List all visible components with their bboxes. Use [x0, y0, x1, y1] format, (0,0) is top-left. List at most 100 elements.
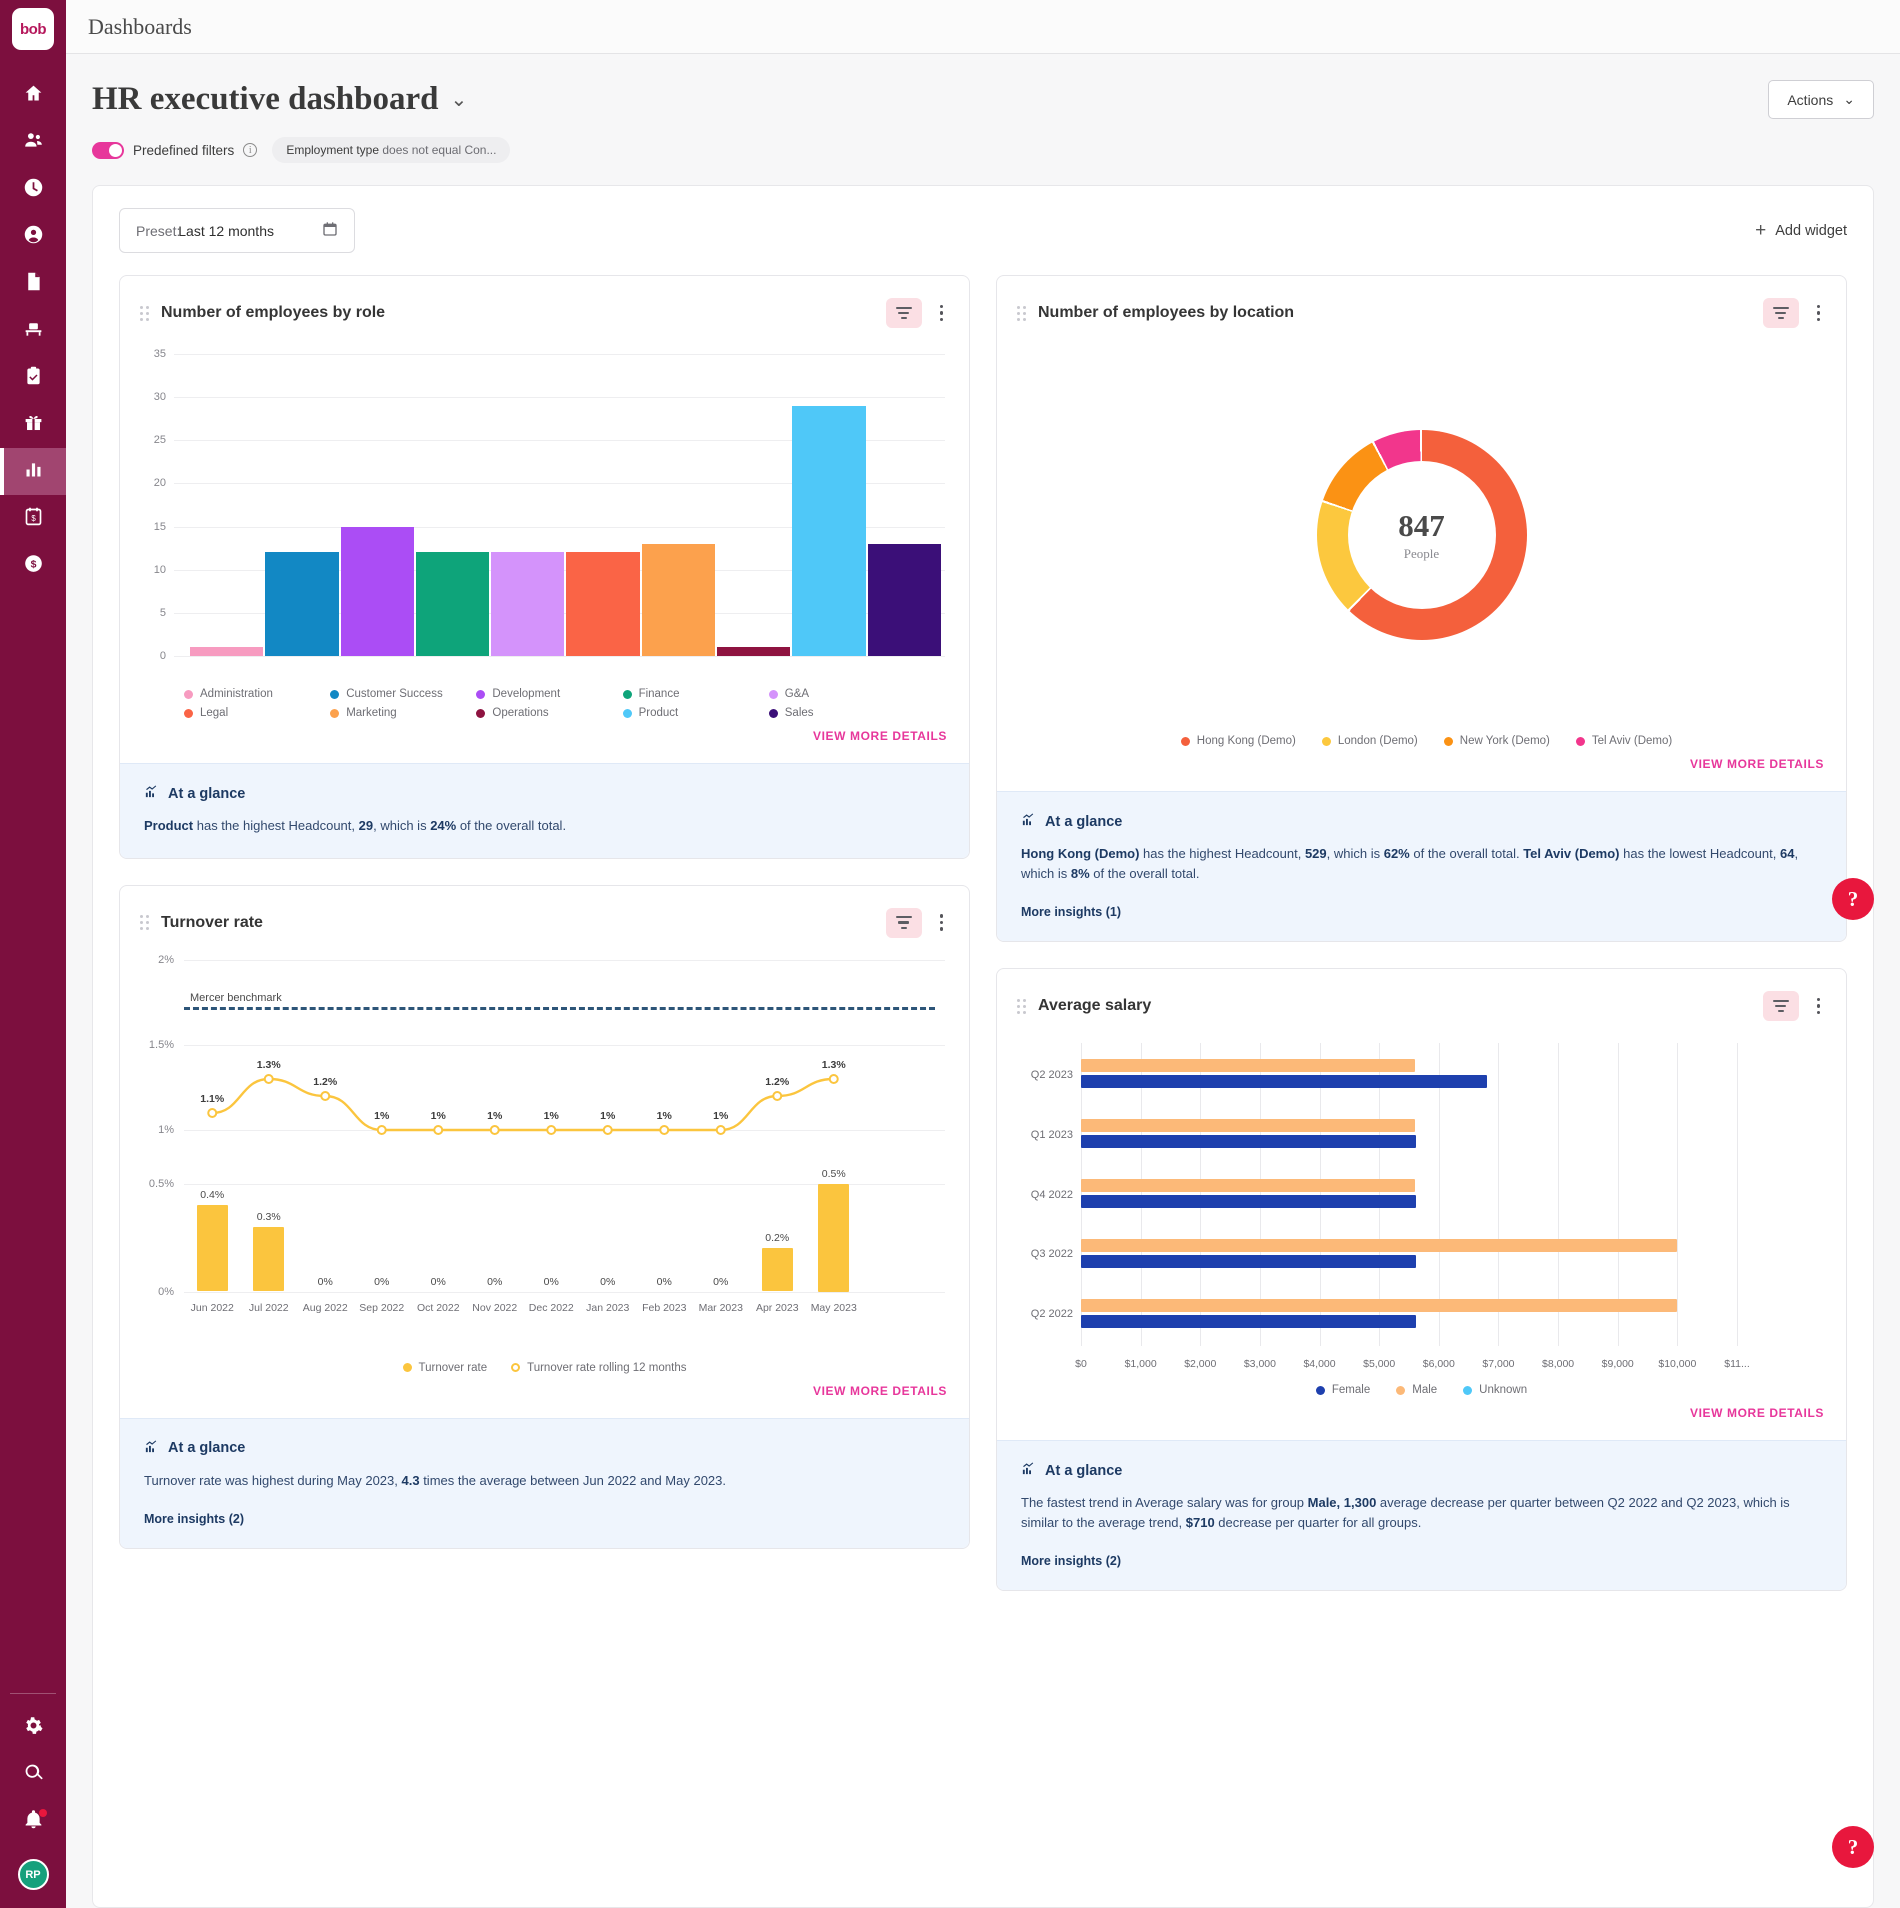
filter-icon[interactable]	[886, 298, 922, 328]
more-options-icon[interactable]	[936, 910, 948, 935]
bar[interactable]	[341, 527, 414, 656]
sidebar-item-people[interactable]	[0, 119, 66, 166]
drag-handle-icon[interactable]	[140, 915, 149, 930]
sidebar-item-payroll[interactable]: $	[0, 495, 66, 542]
legend-item[interactable]: New York (Demo)	[1444, 735, 1550, 747]
actions-button[interactable]: Actions ⌄	[1768, 80, 1874, 119]
filter-chip[interactable]: Employment type does not equal Con...	[272, 137, 510, 163]
sidebar-item-notifications[interactable]	[0, 1798, 66, 1845]
drag-handle-icon[interactable]	[1017, 999, 1026, 1014]
view-more-details-link[interactable]: VIEW MORE DETAILS	[997, 747, 1846, 791]
bar[interactable]	[1081, 1059, 1415, 1072]
gridline	[174, 656, 945, 657]
help-button-top[interactable]: ?	[1832, 878, 1874, 920]
predefined-filters-toggle[interactable]	[92, 142, 124, 159]
bar[interactable]	[642, 544, 715, 656]
bar[interactable]	[197, 1205, 228, 1291]
at-a-glance-text: The fastest trend in Average salary was …	[1021, 1493, 1822, 1532]
sidebar-item-profile[interactable]	[0, 213, 66, 260]
legend-item[interactable]: Administration	[184, 688, 330, 700]
sidebar-item-benefits[interactable]	[0, 401, 66, 448]
view-more-details-link[interactable]: VIEW MORE DETAILS	[997, 1396, 1846, 1440]
legend-item[interactable]: Male	[1396, 1384, 1437, 1396]
bar[interactable]	[1081, 1075, 1487, 1088]
bar[interactable]	[1081, 1255, 1416, 1268]
legend-item[interactable]: G&A	[769, 688, 915, 700]
sidebar-item-settings[interactable]	[0, 1704, 66, 1751]
sidebar-item-time[interactable]	[0, 166, 66, 213]
bar[interactable]	[1081, 1239, 1677, 1252]
bar[interactable]	[717, 647, 790, 656]
bar[interactable]	[868, 544, 941, 656]
legend-item[interactable]: Turnover rate rolling 12 months	[511, 1362, 686, 1374]
legend-label: London (Demo)	[1338, 735, 1418, 747]
bob-logo[interactable]: bob	[12, 8, 54, 50]
more-insights-link[interactable]: More insights (1)	[1021, 905, 1822, 919]
legend-item[interactable]: Hong Kong (Demo)	[1181, 735, 1296, 747]
bar[interactable]	[1081, 1299, 1677, 1312]
chevron-down-icon[interactable]: ⌄	[451, 87, 468, 112]
y-axis-tick: 0.5%	[140, 1178, 174, 1190]
sidebar-item-analytics[interactable]	[0, 448, 66, 495]
legend-item[interactable]: Customer Success	[330, 688, 476, 700]
view-more-details-link[interactable]: VIEW MORE DETAILS	[120, 719, 969, 763]
filter-icon[interactable]	[1763, 991, 1799, 1021]
widget-average-salary: Average salary $0$1,000$2,000$3,000$4,00…	[996, 968, 1847, 1591]
bar[interactable]	[190, 647, 263, 656]
home-icon	[23, 83, 44, 109]
more-insights-link[interactable]: More insights (2)	[144, 1512, 945, 1526]
legend-item[interactable]: Unknown	[1463, 1384, 1527, 1396]
legend-item[interactable]: Development	[476, 688, 622, 700]
bar[interactable]	[416, 552, 489, 656]
sidebar-item-tasks[interactable]	[0, 354, 66, 401]
sidebar-item-compensation[interactable]: $	[0, 542, 66, 589]
legend-color-dot	[1316, 1386, 1325, 1395]
bar[interactable]	[1081, 1179, 1415, 1192]
bar[interactable]	[253, 1227, 284, 1292]
bar[interactable]	[818, 1184, 849, 1292]
legend-item[interactable]: London (Demo)	[1322, 735, 1418, 747]
sidebar-item-workspace[interactable]	[0, 307, 66, 354]
donut-center-label: 847 People	[1317, 430, 1527, 640]
preset-selector[interactable]: Preset: Last 12 months	[119, 208, 355, 253]
widget-grid: Number of employees by role 051015202530…	[119, 275, 1847, 1591]
legend-item[interactable]: Legal	[184, 707, 330, 719]
legend-color-dot	[184, 709, 193, 718]
gridline	[184, 1292, 945, 1293]
drag-handle-icon[interactable]	[140, 306, 149, 321]
bar[interactable]	[265, 552, 338, 656]
more-options-icon[interactable]	[936, 301, 948, 326]
bar[interactable]	[566, 552, 639, 656]
bar[interactable]	[1081, 1195, 1416, 1208]
legend-item[interactable]: Sales	[769, 707, 915, 719]
data-label: 1%	[487, 1110, 502, 1122]
legend-item[interactable]: Product	[623, 707, 769, 719]
more-options-icon[interactable]	[1813, 301, 1825, 326]
bar[interactable]	[491, 552, 564, 656]
view-more-details-link[interactable]: VIEW MORE DETAILS	[120, 1374, 969, 1418]
more-insights-link[interactable]: More insights (2)	[1021, 1554, 1822, 1568]
bar[interactable]	[1081, 1135, 1416, 1148]
legend-item[interactable]: Female	[1316, 1384, 1370, 1396]
sidebar-item-search[interactable]	[0, 1751, 66, 1798]
sidebar-item-home[interactable]	[0, 72, 66, 119]
help-button-bottom[interactable]: ?	[1832, 1826, 1874, 1868]
sidebar-item-documents[interactable]	[0, 260, 66, 307]
legend-item[interactable]: Turnover rate	[403, 1362, 488, 1374]
bar[interactable]	[762, 1248, 793, 1291]
data-label: 1.1%	[200, 1093, 224, 1105]
info-icon[interactable]: i	[243, 143, 257, 157]
bar[interactable]	[792, 406, 865, 656]
filter-icon[interactable]	[1763, 298, 1799, 328]
add-widget-button[interactable]: + Add widget	[1755, 221, 1847, 240]
legend-item[interactable]: Marketing	[330, 707, 476, 719]
avatar[interactable]: RP	[18, 1859, 49, 1890]
bar[interactable]	[1081, 1315, 1416, 1328]
legend-item[interactable]: Tel Aviv (Demo)	[1576, 735, 1672, 747]
more-options-icon[interactable]	[1813, 994, 1825, 1019]
legend-item[interactable]: Finance	[623, 688, 769, 700]
bar[interactable]	[1081, 1119, 1415, 1132]
drag-handle-icon[interactable]	[1017, 306, 1026, 321]
legend-item[interactable]: Operations	[476, 707, 622, 719]
filter-icon[interactable]	[886, 908, 922, 938]
